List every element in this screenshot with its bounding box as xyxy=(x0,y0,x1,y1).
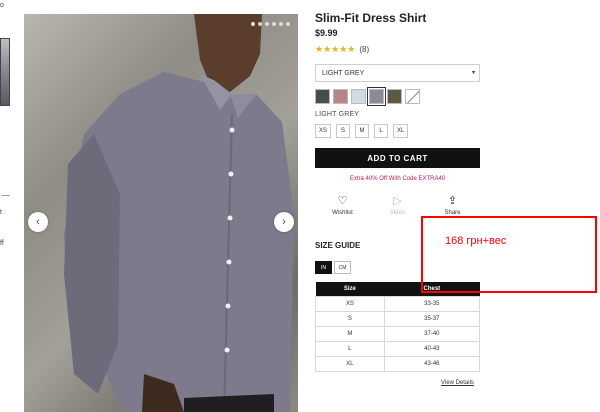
video-label: Video xyxy=(389,210,406,216)
promo-text: Extra 40% Off With Code EXTRA40 xyxy=(349,176,446,182)
size-button-xl[interactable]: XL xyxy=(393,124,409,138)
color-swatches xyxy=(315,87,420,106)
color-swatch-white[interactable] xyxy=(405,89,420,104)
color-swatch-rose[interactable] xyxy=(333,89,348,104)
size-button-m[interactable]: M xyxy=(355,124,370,138)
edge-divider xyxy=(2,195,10,196)
unit-button-in[interactable]: IN xyxy=(315,261,332,274)
play-icon: ▷ xyxy=(393,195,402,207)
column-header-size: Size xyxy=(315,282,385,296)
heart-icon: ♡ xyxy=(337,195,348,207)
table-cell-chest: 40-43 xyxy=(383,340,481,357)
thumbnail-strip: о t ff xyxy=(0,0,14,412)
size-button-s[interactable]: S xyxy=(336,124,351,138)
unit-button-cm[interactable]: CM xyxy=(334,261,351,274)
color-swatch-charcoal[interactable] xyxy=(315,89,330,104)
edge-text-fragment: ff xyxy=(0,240,4,247)
table-row: XS 33-35 xyxy=(315,295,481,312)
size-guide-title: SIZE GUIDE xyxy=(315,241,361,250)
table-row: M 37-40 xyxy=(315,325,481,342)
size-button-xs[interactable]: XS xyxy=(315,124,332,138)
table-cell-size: L xyxy=(315,340,385,357)
slide-dot[interactable] xyxy=(265,22,269,26)
thumbnail-image[interactable] xyxy=(0,38,10,106)
edge-text-fragment: о xyxy=(0,2,4,9)
slide-dot[interactable] xyxy=(279,22,283,26)
table-row: S 35-37 xyxy=(315,310,481,327)
table-cell-chest: 43-46 xyxy=(383,355,481,372)
color-dropdown[interactable]: LIGHT GREY ▾ xyxy=(315,64,480,82)
wishlist-button[interactable]: ♡ Wishlist xyxy=(315,196,370,222)
previous-image-button[interactable]: ‹ xyxy=(28,212,48,232)
color-swatch-light-blue[interactable] xyxy=(351,89,366,104)
edge-text-fragment: t xyxy=(0,209,2,216)
review-count[interactable]: (8) xyxy=(359,45,369,54)
annotation-text: 168 грн+вес xyxy=(445,235,507,247)
slide-dot[interactable] xyxy=(272,22,276,26)
chevron-left-icon: ‹ xyxy=(36,216,40,228)
table-cell-chest: 37-40 xyxy=(383,325,481,342)
slide-dot[interactable] xyxy=(258,22,262,26)
size-guide-table: Size Chest XS 33-35 S 35-37 M 37-40 L 40… xyxy=(315,282,481,372)
product-title: Slim-Fit Dress Shirt xyxy=(315,11,427,25)
wishlist-label: Wishlist xyxy=(332,210,353,216)
slide-indicators xyxy=(251,22,290,26)
color-dropdown-value: LIGHT GREY xyxy=(322,70,365,77)
selected-color-label: LIGHT GREY xyxy=(315,111,360,118)
product-rating[interactable]: ★★★★★ (8) xyxy=(315,44,369,55)
product-image[interactable]: ‹ › xyxy=(24,14,298,412)
table-cell-chest: 33-35 xyxy=(383,295,481,312)
chevron-right-icon: › xyxy=(282,216,286,228)
product-price: $9.99 xyxy=(315,28,338,38)
add-to-cart-button[interactable]: ADD TO CART xyxy=(315,148,480,168)
next-image-button[interactable]: › xyxy=(274,212,294,232)
color-swatch-light-grey[interactable] xyxy=(367,87,386,106)
color-swatch-olive[interactable] xyxy=(387,89,402,104)
table-cell-chest: 35-37 xyxy=(383,310,481,327)
table-row: L 40-43 xyxy=(315,340,481,357)
model-photo xyxy=(64,14,294,412)
table-cell-size: S xyxy=(315,310,385,327)
video-button[interactable]: ▷ Video xyxy=(370,196,425,222)
size-selector: XS S M L XL xyxy=(315,124,409,138)
table-row: XL 43-46 xyxy=(315,355,481,372)
unit-toggle: IN CM xyxy=(315,261,351,274)
size-button-l[interactable]: L xyxy=(374,124,389,138)
table-cell-size: XS xyxy=(315,295,385,312)
chevron-down-icon: ▾ xyxy=(471,70,475,76)
view-details-link[interactable]: View Details xyxy=(441,380,474,386)
star-rating-icon: ★★★★★ xyxy=(315,44,356,54)
slide-dot[interactable] xyxy=(286,22,290,26)
share-icon: ⇪ xyxy=(447,195,458,207)
table-cell-size: XL xyxy=(315,355,385,372)
table-cell-size: M xyxy=(315,325,385,342)
slide-dot[interactable] xyxy=(251,22,255,26)
annotation-box: 168 грн+вес xyxy=(421,216,597,293)
